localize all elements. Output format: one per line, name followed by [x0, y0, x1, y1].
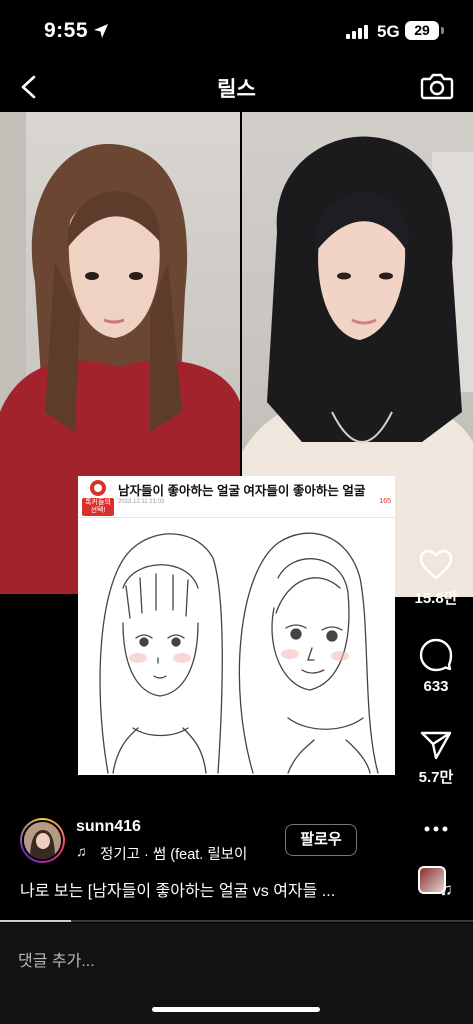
- send-paper-plane-icon[interactable]: [420, 730, 452, 760]
- home-indicator[interactable]: [152, 1007, 320, 1012]
- comment-bubble-icon[interactable]: [419, 638, 453, 672]
- sketch-illustration: [99, 532, 379, 774]
- card-badge: 톡커들의 선택!: [82, 479, 114, 516]
- cellular-signal-icon: [346, 25, 368, 39]
- like-action: 15.8만: [404, 549, 468, 608]
- reel-video[interactable]: 톡커들의 선택! 남자들이 좋아하는 얼굴 여자들이 좋아하는 얼굴 2023.…: [0, 112, 473, 922]
- status-bar: 9:55 5G 29: [0, 0, 473, 62]
- card-meta: 2023.12.11 21:03: [118, 499, 165, 505]
- more-options-icon[interactable]: [423, 824, 449, 834]
- battery-tip: [441, 27, 444, 34]
- music-track[interactable]: 정기고 · 썸 (feat. 릴보이: [100, 843, 270, 864]
- comment-bar: 댓글 추가...: [0, 923, 473, 1024]
- caption-text[interactable]: 나로 보는 [남자들이 좋아하는 얼굴 vs 여자들 ...: [20, 877, 390, 901]
- like-count: 15.8만: [414, 590, 458, 607]
- network-type: 5G: [377, 22, 400, 41]
- card-header: 톡커들의 선택! 남자들이 좋아하는 얼굴 여자들이 좋아하는 얼굴 2023.…: [78, 476, 395, 518]
- top-nav: 릴스: [0, 62, 473, 112]
- avatar[interactable]: [20, 818, 65, 863]
- comment-action: 633: [404, 638, 468, 695]
- location-arrow-icon: [94, 24, 108, 38]
- status-time: 9:55: [44, 19, 89, 42]
- username[interactable]: sunn416: [76, 818, 141, 836]
- follow-button[interactable]: 팔로우: [285, 824, 357, 856]
- playback-progress[interactable]: [0, 920, 473, 922]
- card-count: 165: [379, 498, 391, 505]
- comment-count: 633: [423, 678, 449, 695]
- audio-thumbnail[interactable]: ♫: [418, 866, 456, 904]
- heart-icon[interactable]: [419, 549, 453, 581]
- music-note-icon: ♫: [76, 843, 87, 859]
- card-title: 남자들이 좋아하는 얼굴 여자들이 좋아하는 얼굴: [118, 484, 366, 498]
- battery-level: 29: [414, 22, 430, 38]
- badge-emblem-icon: [90, 480, 106, 496]
- card-badge-text: 톡커들의 선택!: [82, 498, 114, 516]
- share-count: 5.7만: [418, 769, 454, 786]
- comparison-drawing-card: 톡커들의 선택! 남자들이 좋아하는 얼굴 여자들이 좋아하는 얼굴 2023.…: [78, 476, 395, 775]
- battery-icon: 29: [405, 21, 439, 40]
- camera-icon[interactable]: [420, 70, 454, 102]
- audio-note-icon: ♫: [440, 880, 453, 899]
- comment-input[interactable]: 댓글 추가...: [18, 947, 95, 971]
- page-title: 릴스: [217, 78, 256, 101]
- avatar-image: [22, 820, 63, 861]
- playback-progress-fill: [0, 920, 71, 922]
- share-action: 5.7만: [404, 730, 468, 787]
- author-row: sunn416 ♫ 정기고 · 썸 (feat. 릴보이 팔로우: [0, 816, 473, 866]
